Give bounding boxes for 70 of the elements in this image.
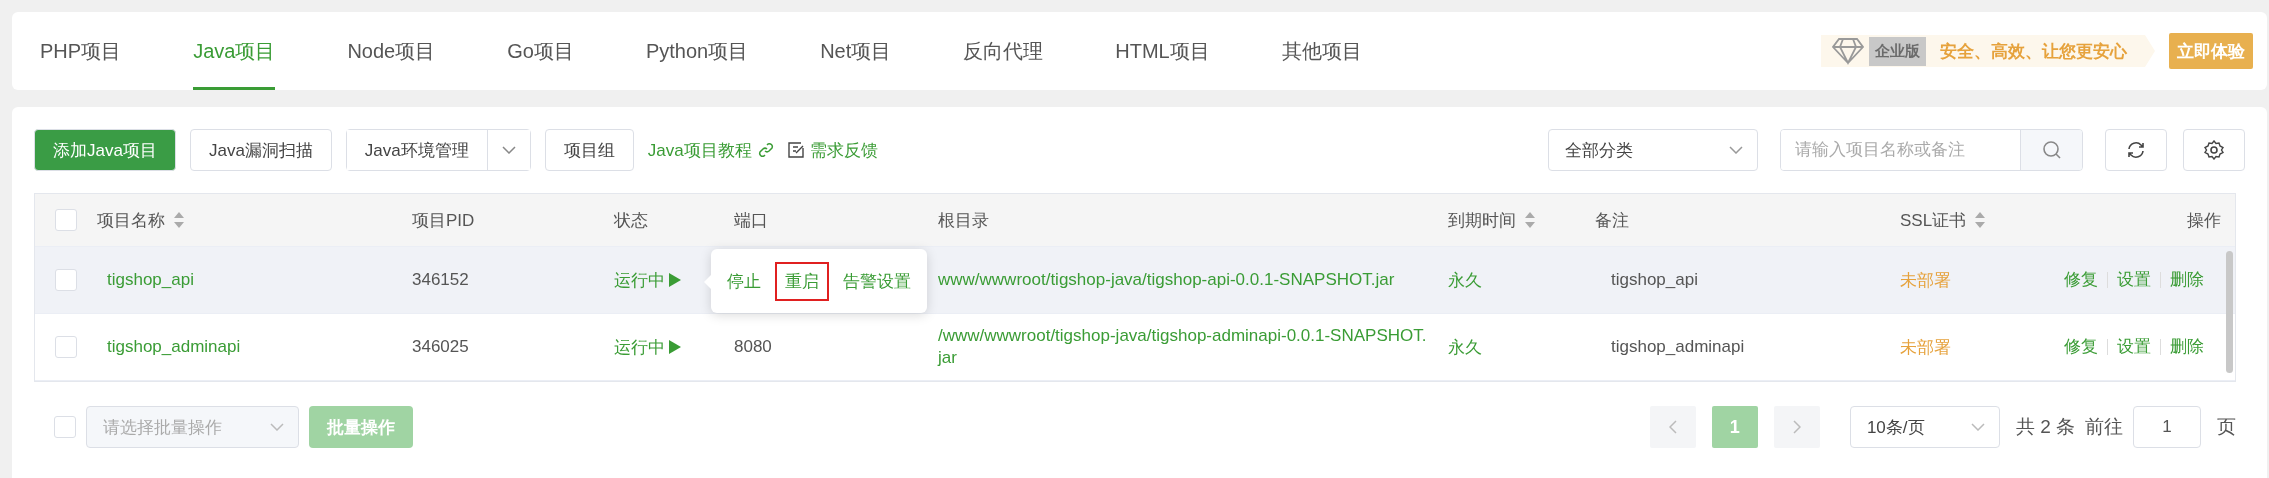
- sort-icon[interactable]: [1524, 210, 1536, 230]
- table-cell-text: 永久: [1448, 336, 1483, 359]
- tab[interactable]: 反向代理: [963, 12, 1044, 90]
- tab[interactable]: Python项目: [645, 12, 749, 90]
- feedback-link[interactable]: 需求反馈: [787, 138, 878, 162]
- page-input[interactable]: 1: [2133, 406, 2201, 448]
- search-field[interactable]: 请输入项目名称或备注: [1780, 129, 2083, 171]
- checkbox[interactable]: [55, 209, 77, 231]
- status-text: 运行中: [614, 336, 665, 359]
- table-cell-text: 未部署: [1900, 336, 1952, 359]
- checkbox[interactable]: [55, 336, 77, 358]
- play-icon[interactable]: [669, 340, 681, 354]
- scan-button[interactable]: Java漏洞扫描: [189, 129, 332, 171]
- table-cell-text: 346025: [412, 337, 470, 357]
- chevron-down-icon: [270, 423, 284, 431]
- link-icon: [757, 142, 774, 158]
- tab[interactable]: Go项目: [507, 12, 574, 90]
- table-cell-text: 永久: [1448, 269, 1483, 292]
- table-cell-text: tigshop_adminapi: [1610, 337, 1746, 357]
- group-button[interactable]: 项目组: [544, 129, 634, 171]
- tab[interactable]: HTML项目: [1115, 12, 1210, 90]
- tutorial-link[interactable]: Java项目教程: [647, 138, 774, 162]
- category-select[interactable]: 全部分类: [1548, 129, 1758, 171]
- tab[interactable]: 其他项目: [1281, 12, 1362, 90]
- total-count: 共 2 条: [2015, 415, 2075, 439]
- popover-action-link[interactable]: 停止: [717, 261, 771, 301]
- tab[interactable]: PHP项目: [40, 12, 122, 90]
- refresh-button[interactable]: [2105, 129, 2167, 171]
- project-name-link[interactable]: tigshop_adminapi: [97, 337, 412, 357]
- settings-icon: [2204, 140, 2224, 160]
- checkbox[interactable]: [55, 269, 77, 291]
- page-unit: 页: [2217, 415, 2236, 439]
- table-cell-text: 未部署: [1900, 269, 1952, 292]
- checkbox[interactable]: [54, 416, 76, 438]
- popover-action-link[interactable]: 告警设置: [833, 261, 921, 301]
- refresh-icon: [2126, 140, 2146, 160]
- next-page-button[interactable]: [1773, 406, 1820, 448]
- promo-text: 安全、高效、让您更安心: [1940, 40, 2127, 63]
- chevron-down-icon: [1729, 146, 1743, 154]
- action-link[interactable]: 删除: [2160, 339, 2213, 355]
- env-split-button[interactable]: Java环境管理: [345, 129, 531, 171]
- search-button[interactable]: [2020, 130, 2082, 170]
- root-path-link[interactable]: /www/wwwroot/tigshop-java/tigshop-adminapi-0.0.1-SNAPSHOT.jar: [938, 324, 1428, 370]
- chevron-left-icon: [1668, 420, 1677, 434]
- sort-icon[interactable]: [173, 210, 185, 230]
- tab[interactable]: Java项目: [193, 12, 276, 90]
- table-cell-text: 346152: [412, 270, 470, 290]
- action-link[interactable]: 修复: [2055, 339, 2107, 355]
- chevron-down-icon: [1970, 423, 1985, 431]
- diamond-icon: [1831, 37, 1865, 65]
- scrollbar[interactable]: [2226, 251, 2233, 373]
- table-cell-text: 8080: [734, 337, 773, 357]
- edit-icon: [787, 142, 804, 158]
- goto-label: 前往: [2085, 415, 2123, 439]
- chevron-down-icon: [501, 146, 516, 154]
- edition-tag: 企业版: [1869, 36, 1926, 66]
- search-icon: [2041, 140, 2062, 160]
- page-size-select[interactable]: 10条/页: [1849, 406, 2000, 448]
- tab[interactable]: Node项目: [347, 12, 436, 90]
- env-button[interactable]: Java环境管理: [346, 130, 488, 170]
- action-link[interactable]: 设置: [2107, 339, 2160, 355]
- prev-page-button[interactable]: [1649, 406, 1696, 448]
- tab[interactable]: Net项目: [820, 12, 892, 90]
- sort-icon[interactable]: [1974, 210, 1987, 230]
- popover-action-link[interactable]: 重启: [775, 261, 829, 301]
- play-icon[interactable]: [669, 273, 681, 287]
- chevron-right-icon: [1792, 420, 1801, 434]
- settings-button[interactable]: [2183, 129, 2245, 171]
- table-cell-text: tigshop_api: [1610, 270, 1699, 290]
- status-text: 运行中: [614, 269, 665, 292]
